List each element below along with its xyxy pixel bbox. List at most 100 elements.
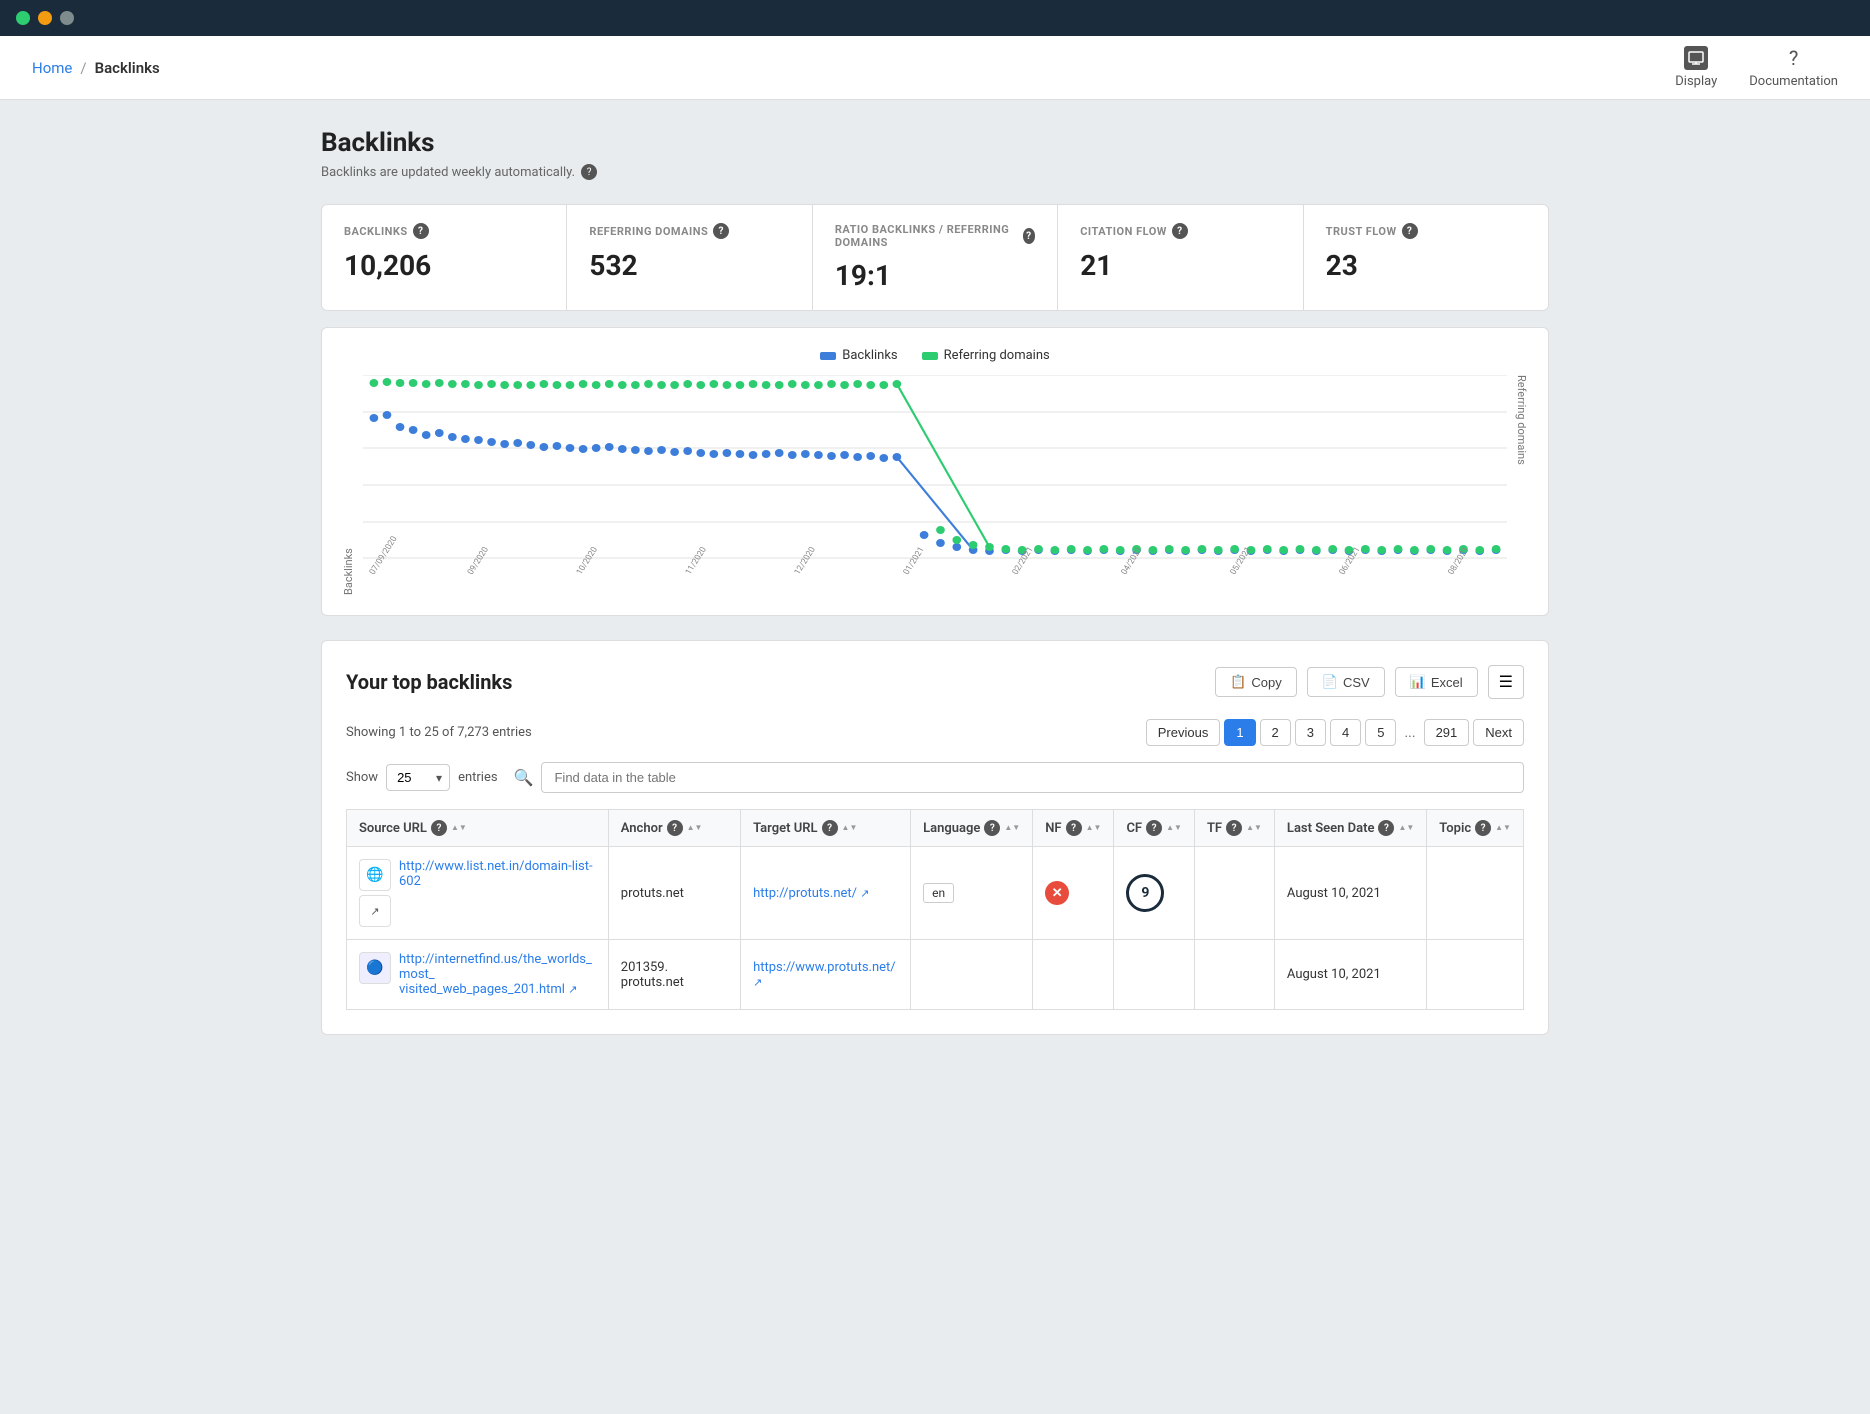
pagination-page-5[interactable]: 5: [1365, 719, 1396, 746]
cell-anchor-1: protuts.net: [608, 847, 740, 940]
breadcrumb-home[interactable]: Home: [32, 59, 72, 77]
nf-help-icon[interactable]: ?: [1066, 820, 1082, 836]
ratio-help-icon[interactable]: ?: [1023, 228, 1036, 244]
cell-last-seen-1: August 10, 2021: [1274, 847, 1426, 940]
anchor-sort[interactable]: ▲▼: [687, 824, 703, 832]
trust-flow-help-icon[interactable]: ?: [1402, 223, 1418, 239]
topic-help-icon[interactable]: ?: [1475, 820, 1491, 836]
cell-anchor-2: 201359. protuts.net: [608, 940, 740, 1010]
pagination-page-2[interactable]: 2: [1260, 719, 1291, 746]
cf-sort[interactable]: ▲▼: [1166, 824, 1182, 832]
cf-circle-1: 9: [1126, 874, 1164, 912]
stat-citation-flow-label: CITATION FLOW ?: [1080, 223, 1280, 239]
nf-sort[interactable]: ▲▼: [1086, 824, 1102, 832]
cell-tf-2: [1194, 940, 1274, 1010]
y-axis-left-label: Backlinks: [342, 375, 355, 595]
breadcrumb-current: Backlinks: [95, 59, 160, 77]
language-help-icon[interactable]: ?: [984, 820, 1000, 836]
cell-topic-1: [1427, 847, 1524, 940]
excel-button[interactable]: 📊 Excel: [1395, 667, 1478, 697]
cf-help-icon[interactable]: ?: [1146, 820, 1162, 836]
source-url-link-2[interactable]: http://internetfind.us/the_worlds_most_v…: [399, 952, 592, 997]
entries-info: Showing 1 to 25 of 7,273 entries: [346, 725, 532, 740]
target-url-sort[interactable]: ▲▼: [842, 824, 858, 832]
table-title: Your top backlinks: [346, 670, 512, 694]
table-header: Your top backlinks 📋 Copy 📄 CSV 📊 Excel …: [346, 665, 1524, 699]
stat-ratio-value: 19:1: [835, 259, 1035, 292]
svg-text:01/2021: 01/2021: [901, 545, 927, 576]
subtitle-help-icon[interactable]: ?: [581, 164, 597, 180]
last-seen-sort[interactable]: ▲▼: [1398, 824, 1414, 832]
cell-language-2: [911, 940, 1033, 1010]
referring-domains-help-icon[interactable]: ?: [713, 223, 729, 239]
backlinks-help-icon[interactable]: ?: [413, 223, 429, 239]
source-url-link-1[interactable]: http://www.list.net.in/domain-list-602: [399, 859, 596, 889]
language-sort[interactable]: ▲▼: [1004, 824, 1020, 832]
breadcrumb: Home / Backlinks: [32, 59, 160, 77]
target-url-link-2[interactable]: https://www.protuts.net/ ↗: [753, 960, 896, 990]
table-filters: Show 25 50 100 entries 🔍: [346, 762, 1524, 793]
show-select-wrapper[interactable]: 25 50 100: [386, 764, 450, 791]
table-menu-button[interactable]: ☰: [1488, 665, 1524, 699]
pagination-last-page[interactable]: 291: [1424, 719, 1470, 746]
cell-last-seen-2: August 10, 2021: [1274, 940, 1426, 1010]
pagination-page-1[interactable]: 1: [1224, 719, 1255, 746]
copy-button[interactable]: 📋 Copy: [1215, 667, 1297, 697]
window-minimize-dot[interactable]: [38, 11, 52, 25]
svg-text:09/2020: 09/2020: [466, 545, 492, 576]
tf-sort[interactable]: ▲▼: [1246, 824, 1262, 832]
window-close-dot[interactable]: [16, 11, 30, 25]
pagination-dots: ...: [1400, 720, 1419, 746]
chart-container: Backlinks Referring domains Backlinks: [321, 327, 1549, 616]
breadcrumb-separator: /: [80, 59, 86, 77]
search-input[interactable]: [541, 762, 1524, 793]
pagination-page-3[interactable]: 3: [1295, 719, 1326, 746]
nf-error-1: ✕: [1045, 881, 1069, 905]
pagination-previous[interactable]: Previous: [1146, 719, 1221, 746]
table-section: Your top backlinks 📋 Copy 📄 CSV 📊 Excel …: [321, 640, 1549, 1035]
cell-target-url-1: http://protuts.net/ ↗: [741, 847, 911, 940]
window-maximize-dot[interactable]: [60, 11, 74, 25]
source-url-help-icon[interactable]: ?: [431, 820, 447, 836]
show-label: Show: [346, 770, 378, 785]
main-content: Backlinks Backlinks are updated weekly a…: [285, 100, 1585, 1063]
display-button[interactable]: Display: [1675, 46, 1717, 89]
legend-referring-domains: Referring domains: [922, 348, 1050, 363]
stat-referring-domains-label: REFERRING DOMAINS ?: [589, 223, 789, 239]
col-source-url: Source URL ? ▲▼: [347, 810, 609, 847]
csv-button[interactable]: 📄 CSV: [1307, 667, 1385, 697]
stat-trust-flow-label: TRUST FLOW ?: [1326, 223, 1526, 239]
last-seen-help-icon[interactable]: ?: [1378, 820, 1394, 836]
tf-help-icon[interactable]: ?: [1226, 820, 1242, 836]
page-title: Backlinks: [321, 128, 1549, 158]
cell-nf-1: ✕: [1033, 847, 1114, 940]
page-subtitle: Backlinks are updated weekly automatical…: [321, 164, 1549, 180]
show-entries-select[interactable]: 25 50 100: [386, 764, 450, 791]
nav-actions: Display ? Documentation: [1675, 46, 1838, 89]
language-badge-1: en: [923, 883, 954, 903]
target-url-link-1[interactable]: http://protuts.net/ ↗: [753, 886, 869, 901]
col-nf: NF ? ▲▼: [1033, 810, 1114, 847]
stat-citation-flow: CITATION FLOW ? 21: [1058, 205, 1303, 310]
cell-topic-2: [1427, 940, 1524, 1010]
chart-area: 0 20000 40000 80000 120000 140000 0 500 …: [363, 375, 1507, 595]
chart-legend: Backlinks Referring domains: [342, 348, 1528, 363]
topic-sort[interactable]: ▲▼: [1495, 824, 1511, 832]
stat-ratio-label: RATIO BACKLINKS / REFERRING DOMAINS ?: [835, 223, 1035, 249]
documentation-label: Documentation: [1749, 74, 1838, 89]
cell-cf-2: [1114, 940, 1195, 1010]
citation-flow-help-icon[interactable]: ?: [1172, 223, 1188, 239]
stat-ratio: RATIO BACKLINKS / REFERRING DOMAINS ? 19…: [813, 205, 1058, 310]
source-url-sort[interactable]: ▲▼: [451, 824, 467, 832]
col-target-url: Target URL ? ▲▼: [741, 810, 911, 847]
display-label: Display: [1675, 74, 1717, 89]
pagination-page-4[interactable]: 4: [1330, 719, 1361, 746]
stat-referring-domains: REFERRING DOMAINS ? 532: [567, 205, 812, 310]
target-url-help-icon[interactable]: ?: [822, 820, 838, 836]
search-wrapper: 🔍: [514, 762, 1524, 793]
stat-backlinks: BACKLINKS ? 10,206: [322, 205, 567, 310]
anchor-help-icon[interactable]: ?: [667, 820, 683, 836]
pagination-next[interactable]: Next: [1473, 719, 1524, 746]
copy-icon: 📋: [1230, 674, 1246, 690]
documentation-button[interactable]: ? Documentation: [1749, 46, 1838, 89]
